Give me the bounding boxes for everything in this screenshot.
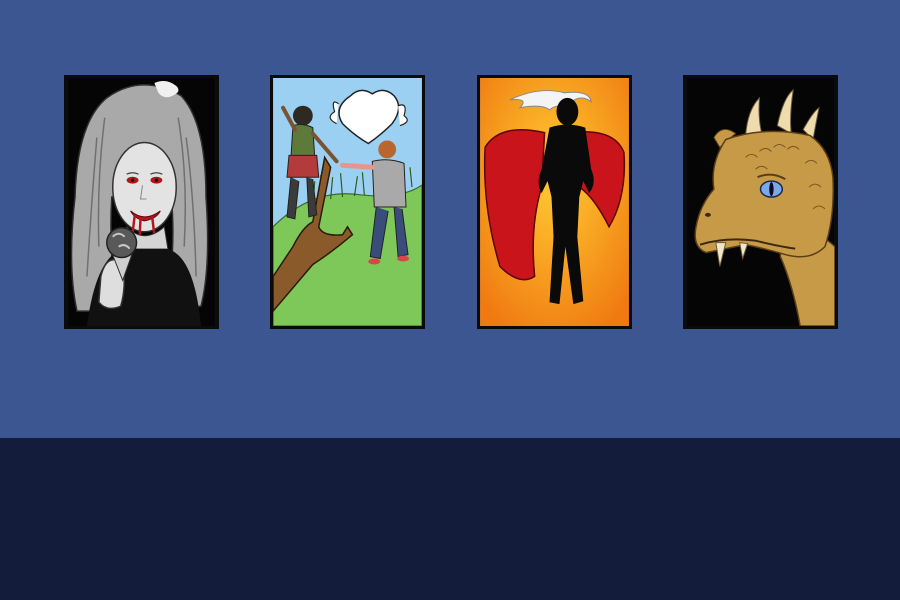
painting-superhero-frame[interactable] [477,75,632,329]
painting-dragon-frame[interactable] [683,75,838,329]
dragon-icon [686,78,835,326]
couple-icon [273,78,422,326]
painting-couple-frame[interactable] [270,75,425,329]
gallery-floor [0,438,900,600]
vampire-woman-icon [67,78,216,326]
superhero-icon [480,78,629,326]
painting-vampire-frame[interactable] [64,75,219,329]
gallery-scene [0,0,900,600]
